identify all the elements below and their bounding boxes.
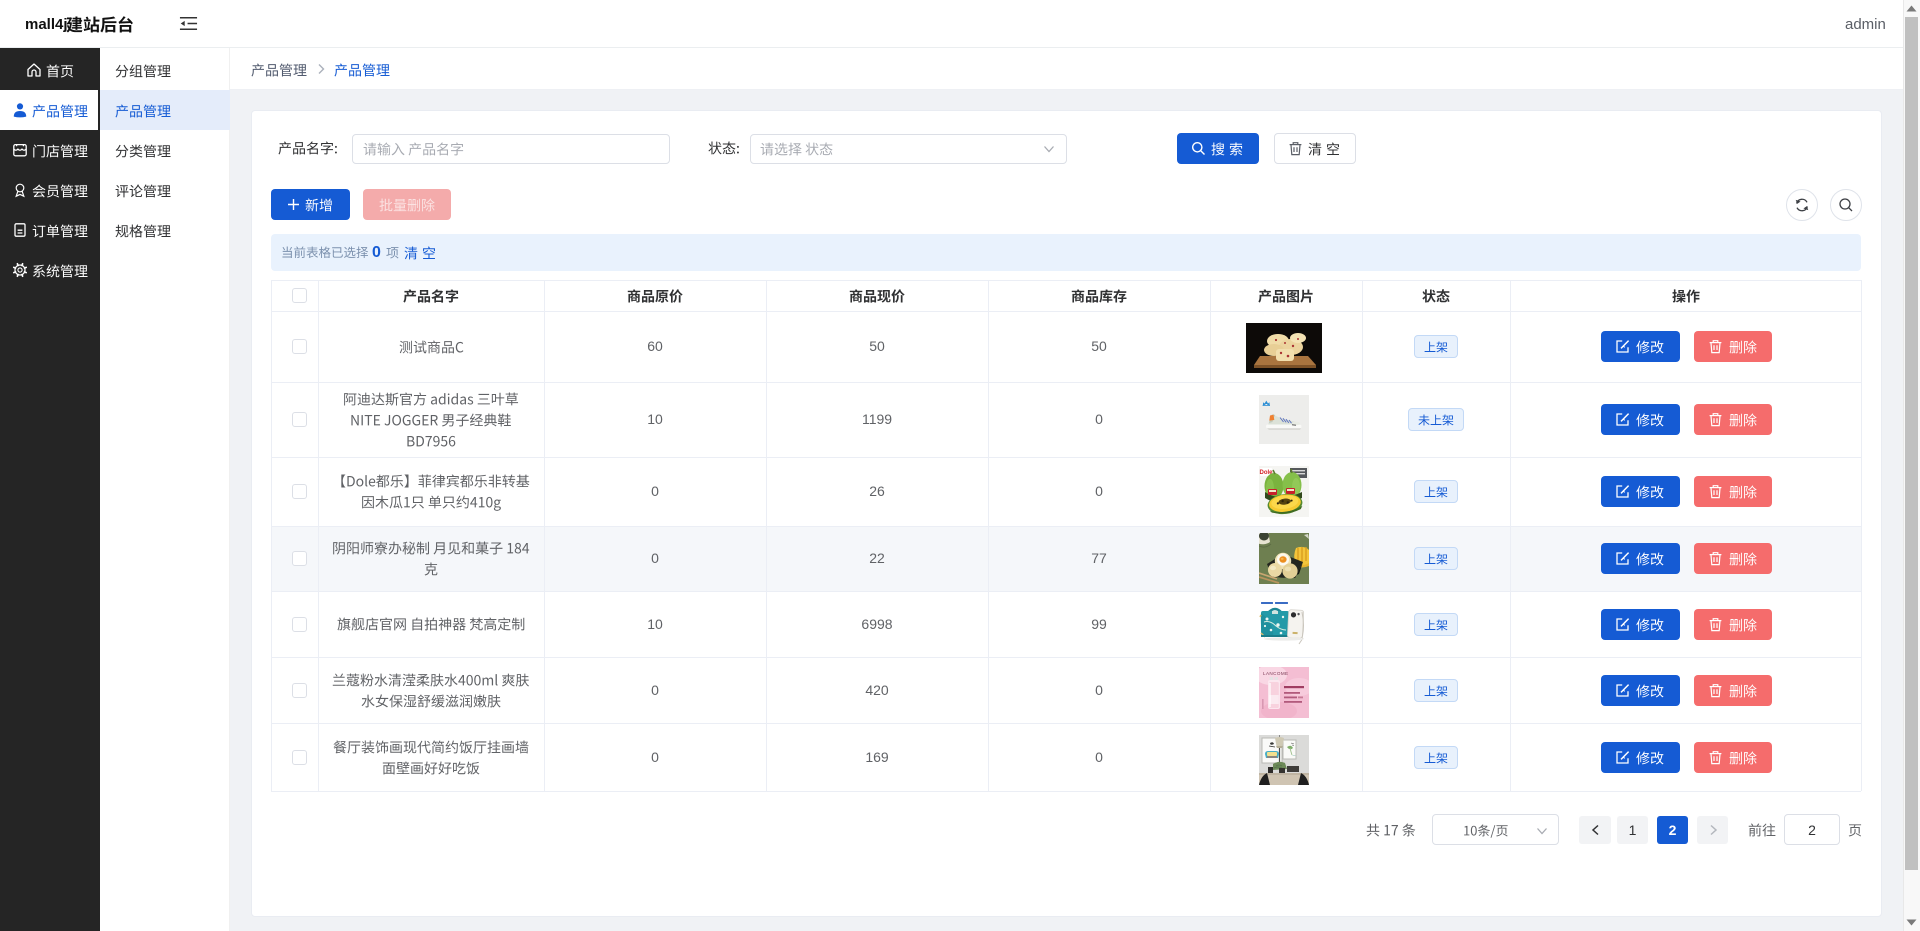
svg-text:LANCOME: LANCOME	[1263, 671, 1289, 676]
